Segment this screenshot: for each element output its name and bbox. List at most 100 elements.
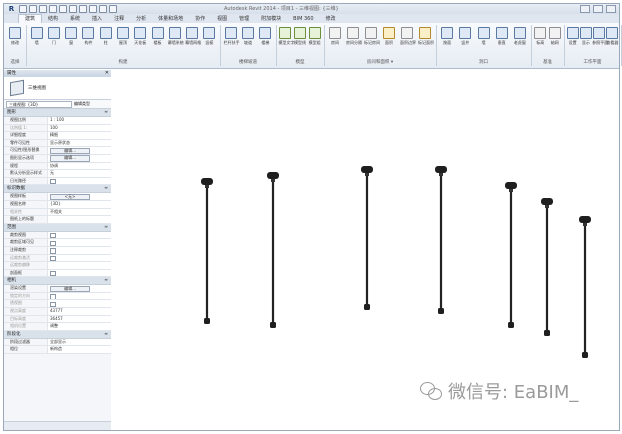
tab-6[interactable]: 体量和场地 [152,15,189,23]
ribbon-tool-4-1[interactable]: 房间分隔 [346,27,362,46]
ribbon-tool-1-1[interactable]: 门 [47,27,61,46]
property-value[interactable]: 精细 [48,132,111,139]
ribbon-tool-1-9[interactable]: 幕墙网格 [185,27,201,46]
undo-icon[interactable] [39,5,47,13]
property-category[interactable]: 范围 ≈ [4,223,111,232]
property-category[interactable]: 图形 ≈ [4,109,111,117]
ribbon-tool-4-5[interactable]: 标记面积 [418,27,434,46]
checkbox[interactable] [50,178,56,185]
property-value[interactable] [48,177,111,185]
edit-button[interactable]: 编辑... [50,155,90,162]
ribbon-tool-6-1[interactable]: 轴网 [548,27,562,46]
property-value[interactable] [48,246,111,254]
ribbon-tool-1-0[interactable]: 墙 [30,27,44,46]
ribbon-tool-3-0[interactable]: 模型文字 [278,27,294,46]
ribbon-tool-2-1[interactable]: 坡道 [241,27,255,46]
ribbon-tool-5-4[interactable]: 老虎窗 [513,27,527,46]
ribbon-tool-1-3[interactable]: 构件 [81,27,95,46]
ribbon-tool-4-0[interactable]: 房间 [328,27,342,46]
edit-button[interactable]: <无> [50,193,90,200]
property-value[interactable]: 全部显示 [48,338,111,346]
property-value[interactable] [48,292,111,300]
3d-view-icon[interactable] [89,5,97,13]
checkbox[interactable] [50,255,56,262]
print-icon[interactable] [59,5,67,13]
ribbon-tool-5-2[interactable]: 墙 [477,27,491,46]
tab-12[interactable]: 修改 [320,15,342,23]
lamp-post[interactable] [541,198,553,336]
section-icon[interactable] [99,5,107,13]
lamp-post[interactable] [505,182,517,328]
checkbox[interactable] [50,248,56,254]
ribbon-tool-1-7[interactable]: 楼板 [151,27,165,46]
tab-5[interactable]: 分析 [130,15,152,23]
property-value[interactable]: <无> [48,193,111,200]
property-value[interactable]: 编辑... [48,154,111,162]
property-category[interactable]: 标识数据 ≈ [4,185,111,194]
tab-2[interactable]: 系统 [64,15,86,23]
ribbon-tool-3-2[interactable]: 模型组 [308,27,322,46]
close-icon[interactable]: ✕ [105,70,109,77]
checkbox[interactable] [50,240,56,246]
close-hidden-icon[interactable] [109,5,117,13]
property-category[interactable]: 阶段化 ≈ [4,330,111,339]
ribbon-tool-1-4[interactable]: 柱 [99,27,113,46]
checkbox[interactable] [50,270,56,277]
collapse-icon[interactable]: ≈ [104,185,108,192]
tab-4[interactable]: 注释 [108,15,130,23]
ribbon-tool-4-3[interactable]: 面积 [382,27,396,46]
minimize-icon[interactable] [580,5,590,13]
property-value[interactable]: 调整 [48,323,111,330]
maximize-icon[interactable] [593,5,603,13]
redo-icon[interactable] [49,5,57,13]
ribbon-tool-4-4[interactable]: 面积边界 [400,27,416,46]
instance-filter-select[interactable]: 三维视图: {3D} [6,101,72,108]
type-selector[interactable]: 三维视图 [4,77,111,100]
property-value[interactable] [48,239,111,246]
ribbon-tool-7-1[interactable]: 显示 [579,27,593,46]
tab-8[interactable]: 视图 [211,15,233,23]
checkbox[interactable] [50,294,56,300]
ribbon-tool-1-8[interactable]: 幕墙系统 [168,27,184,46]
property-value[interactable] [48,269,111,277]
open-icon[interactable] [19,5,27,13]
edit-button[interactable]: 编辑... [50,285,90,292]
property-value[interactable]: 36457 [48,315,111,323]
checkbox[interactable] [50,301,56,308]
save-icon[interactable] [29,5,37,13]
property-value[interactable]: 编辑... [48,147,111,154]
checkbox[interactable] [50,232,56,239]
tab-9[interactable]: 管理 [233,15,255,23]
tab-0[interactable]: 建筑 [18,14,43,23]
property-value[interactable]: 不相关 [48,208,111,216]
tab-11[interactable]: BIM 360 [287,15,319,23]
app-logo-icon[interactable]: R [7,5,16,13]
property-value[interactable]: 1 : 100 [48,117,111,124]
collapse-icon[interactable]: ≈ [104,109,108,116]
edit-button[interactable]: 编辑... [50,147,90,154]
property-value[interactable] [48,254,111,262]
property-category[interactable]: 相机 ≈ [4,277,111,286]
close-icon[interactable] [606,5,616,13]
ribbon-tool-5-3[interactable]: 垂直 [495,27,509,46]
edit-type-button[interactable]: 编辑类型 [74,101,90,107]
ribbon-tool-7-2[interactable]: 参照平面 [592,27,608,46]
collapse-icon[interactable]: ≈ [104,277,108,284]
ribbon-tool-6-0[interactable]: 标高 [533,27,547,46]
property-value[interactable] [48,231,111,239]
tab-7[interactable]: 协作 [189,15,211,23]
ribbon-tool-1-5[interactable]: 屋顶 [116,27,130,46]
ribbon-tool-0-0[interactable]: 修改 [8,27,22,46]
tab-10[interactable]: 附加模块 [255,15,287,23]
property-value[interactable]: 编辑... [48,285,111,292]
ribbon-tool-7-3[interactable]: 查看器 [605,27,619,46]
lamp-post[interactable] [361,166,373,310]
property-value[interactable] [48,300,111,308]
3d-view-canvas[interactable]: 微信号: EaBIM_ [111,70,619,430]
property-value[interactable]: 协调 [48,162,111,170]
collapse-icon[interactable]: ≈ [104,224,108,231]
ribbon-tool-1-2[interactable]: 窗 [64,27,78,46]
ribbon-tool-1-6[interactable]: 天花板 [133,27,147,46]
ribbon-tool-2-2[interactable]: 楼梯 [258,27,272,46]
lamp-post[interactable] [201,178,213,324]
